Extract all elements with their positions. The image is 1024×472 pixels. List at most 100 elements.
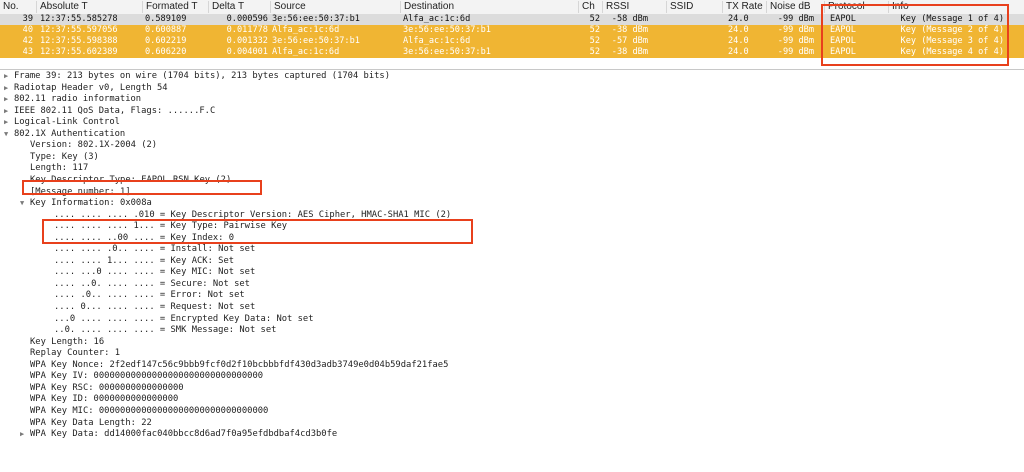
detail-text: Replay Counter: 1 <box>30 348 121 359</box>
detail-line[interactable]: ▶ Radiotap Header v0, Length 54 <box>4 83 168 94</box>
detail-line[interactable]: .... .... .... 1... = Key Type: Pairwise… <box>44 221 287 232</box>
expand-arrow-icon[interactable]: ▶ <box>4 117 14 128</box>
packet-rssi: -38 dBm <box>611 25 648 35</box>
detail-line[interactable]: .... 0... .... .... = Request: Not set <box>44 302 255 313</box>
packet-no: 42 <box>22 36 33 46</box>
detail-line[interactable]: .... ...0 .... .... = Key MIC: Not set <box>44 267 255 278</box>
packet-noise: -99 dBm <box>777 25 814 35</box>
detail-line[interactable]: Type: Key (3) <box>20 152 99 163</box>
packet-tx-rate: 24.0 <box>728 47 749 57</box>
detail-line[interactable]: Key Descriptor Type: EAPOL RSN Key (2) <box>20 175 231 186</box>
col-header-rssi[interactable]: RSSI <box>602 1 666 13</box>
detail-line[interactable]: ▶ WPA Key Data: dd14000fac040bbcc8d6ad7f0… <box>20 429 337 440</box>
detail-text: Logical-Link Control <box>14 117 120 128</box>
col-header-destination[interactable]: Destination <box>400 1 578 13</box>
packet-row[interactable]: 43 12:37:55.602389 0.606220 0.004001 Alf… <box>0 47 1024 58</box>
detail-line[interactable]: .... ..0. .... .... = Secure: Not set <box>44 279 250 290</box>
detail-text: .... .... .0.. .... = Install: Not set <box>54 244 256 255</box>
packet-info: Key (Message 1 of 4) <box>900 14 1004 24</box>
detail-line[interactable]: ▶ Logical-Link Control <box>4 117 120 128</box>
packet-delta: 0.011778 <box>226 25 268 35</box>
detail-line[interactable]: ▶ IEEE 802.11 QoS Data, Flags: ......F.C <box>4 106 215 117</box>
packet-destination: 3e:56:ee:50:37:b1 <box>403 25 491 35</box>
packet-row[interactable]: 39 12:37:55.585278 0.589109 0.000596 3e:… <box>0 14 1024 25</box>
packet-source: Alfa_ac:1c:6d <box>272 47 340 57</box>
detail-text: .... .... ..00 .... = Key Index: 0 <box>54 232 235 243</box>
col-header-source[interactable]: Source <box>270 1 400 13</box>
expand-arrow-icon[interactable]: ▶ <box>4 83 14 94</box>
detail-text: [Message number: 1] <box>30 186 131 197</box>
packet-protocol: EAPOL <box>830 36 856 46</box>
detail-line[interactable]: ..0. .... .... .... = SMK Message: Not s… <box>44 325 276 336</box>
col-header-no[interactable]: No. <box>0 1 36 13</box>
detail-text: .... ...0 .... .... = Key MIC: Not set <box>54 267 256 278</box>
detail-text: Frame 39: 213 bytes on wire (1704 bits),… <box>14 71 391 81</box>
packet-fmt-time: 0.602219 <box>145 36 187 46</box>
packet-info: Key (Message 2 of 4) <box>900 25 1004 35</box>
col-header-info[interactable]: Info <box>888 1 1024 13</box>
collapse-arrow-icon[interactable]: ▼ <box>20 198 30 209</box>
packet-fmt-time: 0.606220 <box>145 47 187 57</box>
packet-protocol: EAPOL <box>830 47 856 57</box>
detail-text: .... ..0. .... .... = Secure: Not set <box>54 278 250 289</box>
collapse-arrow-icon[interactable]: ▼ <box>4 129 14 140</box>
packet-row[interactable]: 40 12:37:55.597056 0.600887 0.011778 Alf… <box>0 25 1024 36</box>
detail-text: ..0. .... .... .... = SMK Message: Not s… <box>54 325 277 336</box>
detail-line[interactable]: .... .... .0.. .... = Install: Not set <box>44 244 255 255</box>
detail-line[interactable]: WPA Key IV: 0000000000000000000000000000… <box>20 371 263 382</box>
expand-arrow-icon[interactable]: ▶ <box>4 71 14 82</box>
col-header-absolute-time[interactable]: Absolute T <box>36 1 142 13</box>
packet-noise: -99 dBm <box>777 14 814 24</box>
packet-list-header: No. Absolute T Formated T Delta T Source… <box>0 0 1024 15</box>
detail-line[interactable]: ▶ 802.11 radio information <box>4 94 141 105</box>
detail-text: Version: 802.1X-2004 (2) <box>30 140 158 151</box>
detail-line[interactable]: [Message number: 1] <box>20 187 131 198</box>
packet-tx-rate: 24.0 <box>728 25 749 35</box>
expand-arrow-icon[interactable]: ▶ <box>20 429 30 440</box>
expand-arrow-icon[interactable]: ▶ <box>4 94 14 105</box>
packet-channel: 52 <box>589 14 600 24</box>
packet-channel: 52 <box>589 25 600 35</box>
detail-line[interactable]: Version: 802.1X-2004 (2) <box>20 140 157 151</box>
detail-line[interactable]: ▼ Key Information: 0x008a <box>20 198 152 209</box>
packet-destination: 3e:56:ee:50:37:b1 <box>403 47 491 57</box>
detail-text: WPA Key MIC: 000000000000000000000000000… <box>30 405 269 416</box>
expand-arrow-icon[interactable]: ▶ <box>4 106 14 117</box>
packet-destination: Alfa_ac:1c:6d <box>403 14 471 24</box>
detail-line[interactable]: WPA Key MIC: 000000000000000000000000000… <box>20 406 268 417</box>
col-header-ssid[interactable]: SSID <box>666 1 722 13</box>
col-header-channel[interactable]: Ch <box>578 1 602 13</box>
packet-info: Key (Message 3 of 4) <box>900 36 1004 46</box>
packet-protocol: EAPOL <box>830 25 856 35</box>
col-header-noise[interactable]: Noise dB <box>766 1 824 13</box>
detail-line[interactable]: WPA Key RSC: 0000000000000000 <box>20 383 184 394</box>
col-header-delta-time[interactable]: Delta T <box>208 1 270 13</box>
packet-channel: 52 <box>589 36 600 46</box>
detail-line[interactable]: Replay Counter: 1 <box>20 348 120 359</box>
col-header-formatted-time[interactable]: Formated T <box>142 1 208 13</box>
detail-line[interactable]: WPA Key Nonce: 2f2edf147c56c9bbb9fcf0d2f… <box>20 360 448 371</box>
col-header-protocol[interactable]: Protocol <box>824 1 888 13</box>
detail-line[interactable]: .... .... ..00 .... = Key Index: 0 <box>44 233 234 244</box>
detail-line[interactable]: .... .... 1... .... = Key ACK: Set <box>44 256 234 267</box>
packet-rssi: -58 dBm <box>611 14 648 24</box>
detail-line[interactable]: Key Length: 16 <box>20 337 104 348</box>
packet-row[interactable]: 42 12:37:55.598388 0.602219 0.001332 3e:… <box>0 36 1024 47</box>
detail-line[interactable]: .... .0.. .... .... = Error: Not set <box>44 290 245 301</box>
detail-line[interactable]: Length: 117 <box>20 163 88 174</box>
packet-delta: 0.001332 <box>226 36 268 46</box>
detail-text: .... .... .... 1... = Key Type: Pairwise… <box>54 221 288 232</box>
detail-text: ...0 .... .... .... = Encrypted Key Data… <box>54 313 314 324</box>
detail-line[interactable]: WPA Key ID: 0000000000000000 <box>20 394 178 405</box>
detail-line[interactable]: ▶ Frame 39: 213 bytes on wire (1704 bits)… <box>4 71 390 82</box>
packet-delta: 0.004001 <box>226 47 268 57</box>
detail-line[interactable]: ...0 .... .... .... = Encrypted Key Data… <box>44 314 314 325</box>
detail-text: WPA Key ID: 0000000000000000 <box>30 394 179 405</box>
pane-divider[interactable] <box>0 69 1024 70</box>
detail-line[interactable]: ▼ 802.1X Authentication <box>4 129 125 140</box>
col-header-tx-rate[interactable]: TX Rate <box>722 1 766 13</box>
detail-text: Type: Key (3) <box>30 151 99 162</box>
detail-text: 802.1X Authentication <box>14 128 126 139</box>
detail-line[interactable]: WPA Key Data Length: 22 <box>20 418 152 429</box>
detail-line[interactable]: .... .... .... .010 = Key Descriptor Ver… <box>44 210 451 221</box>
